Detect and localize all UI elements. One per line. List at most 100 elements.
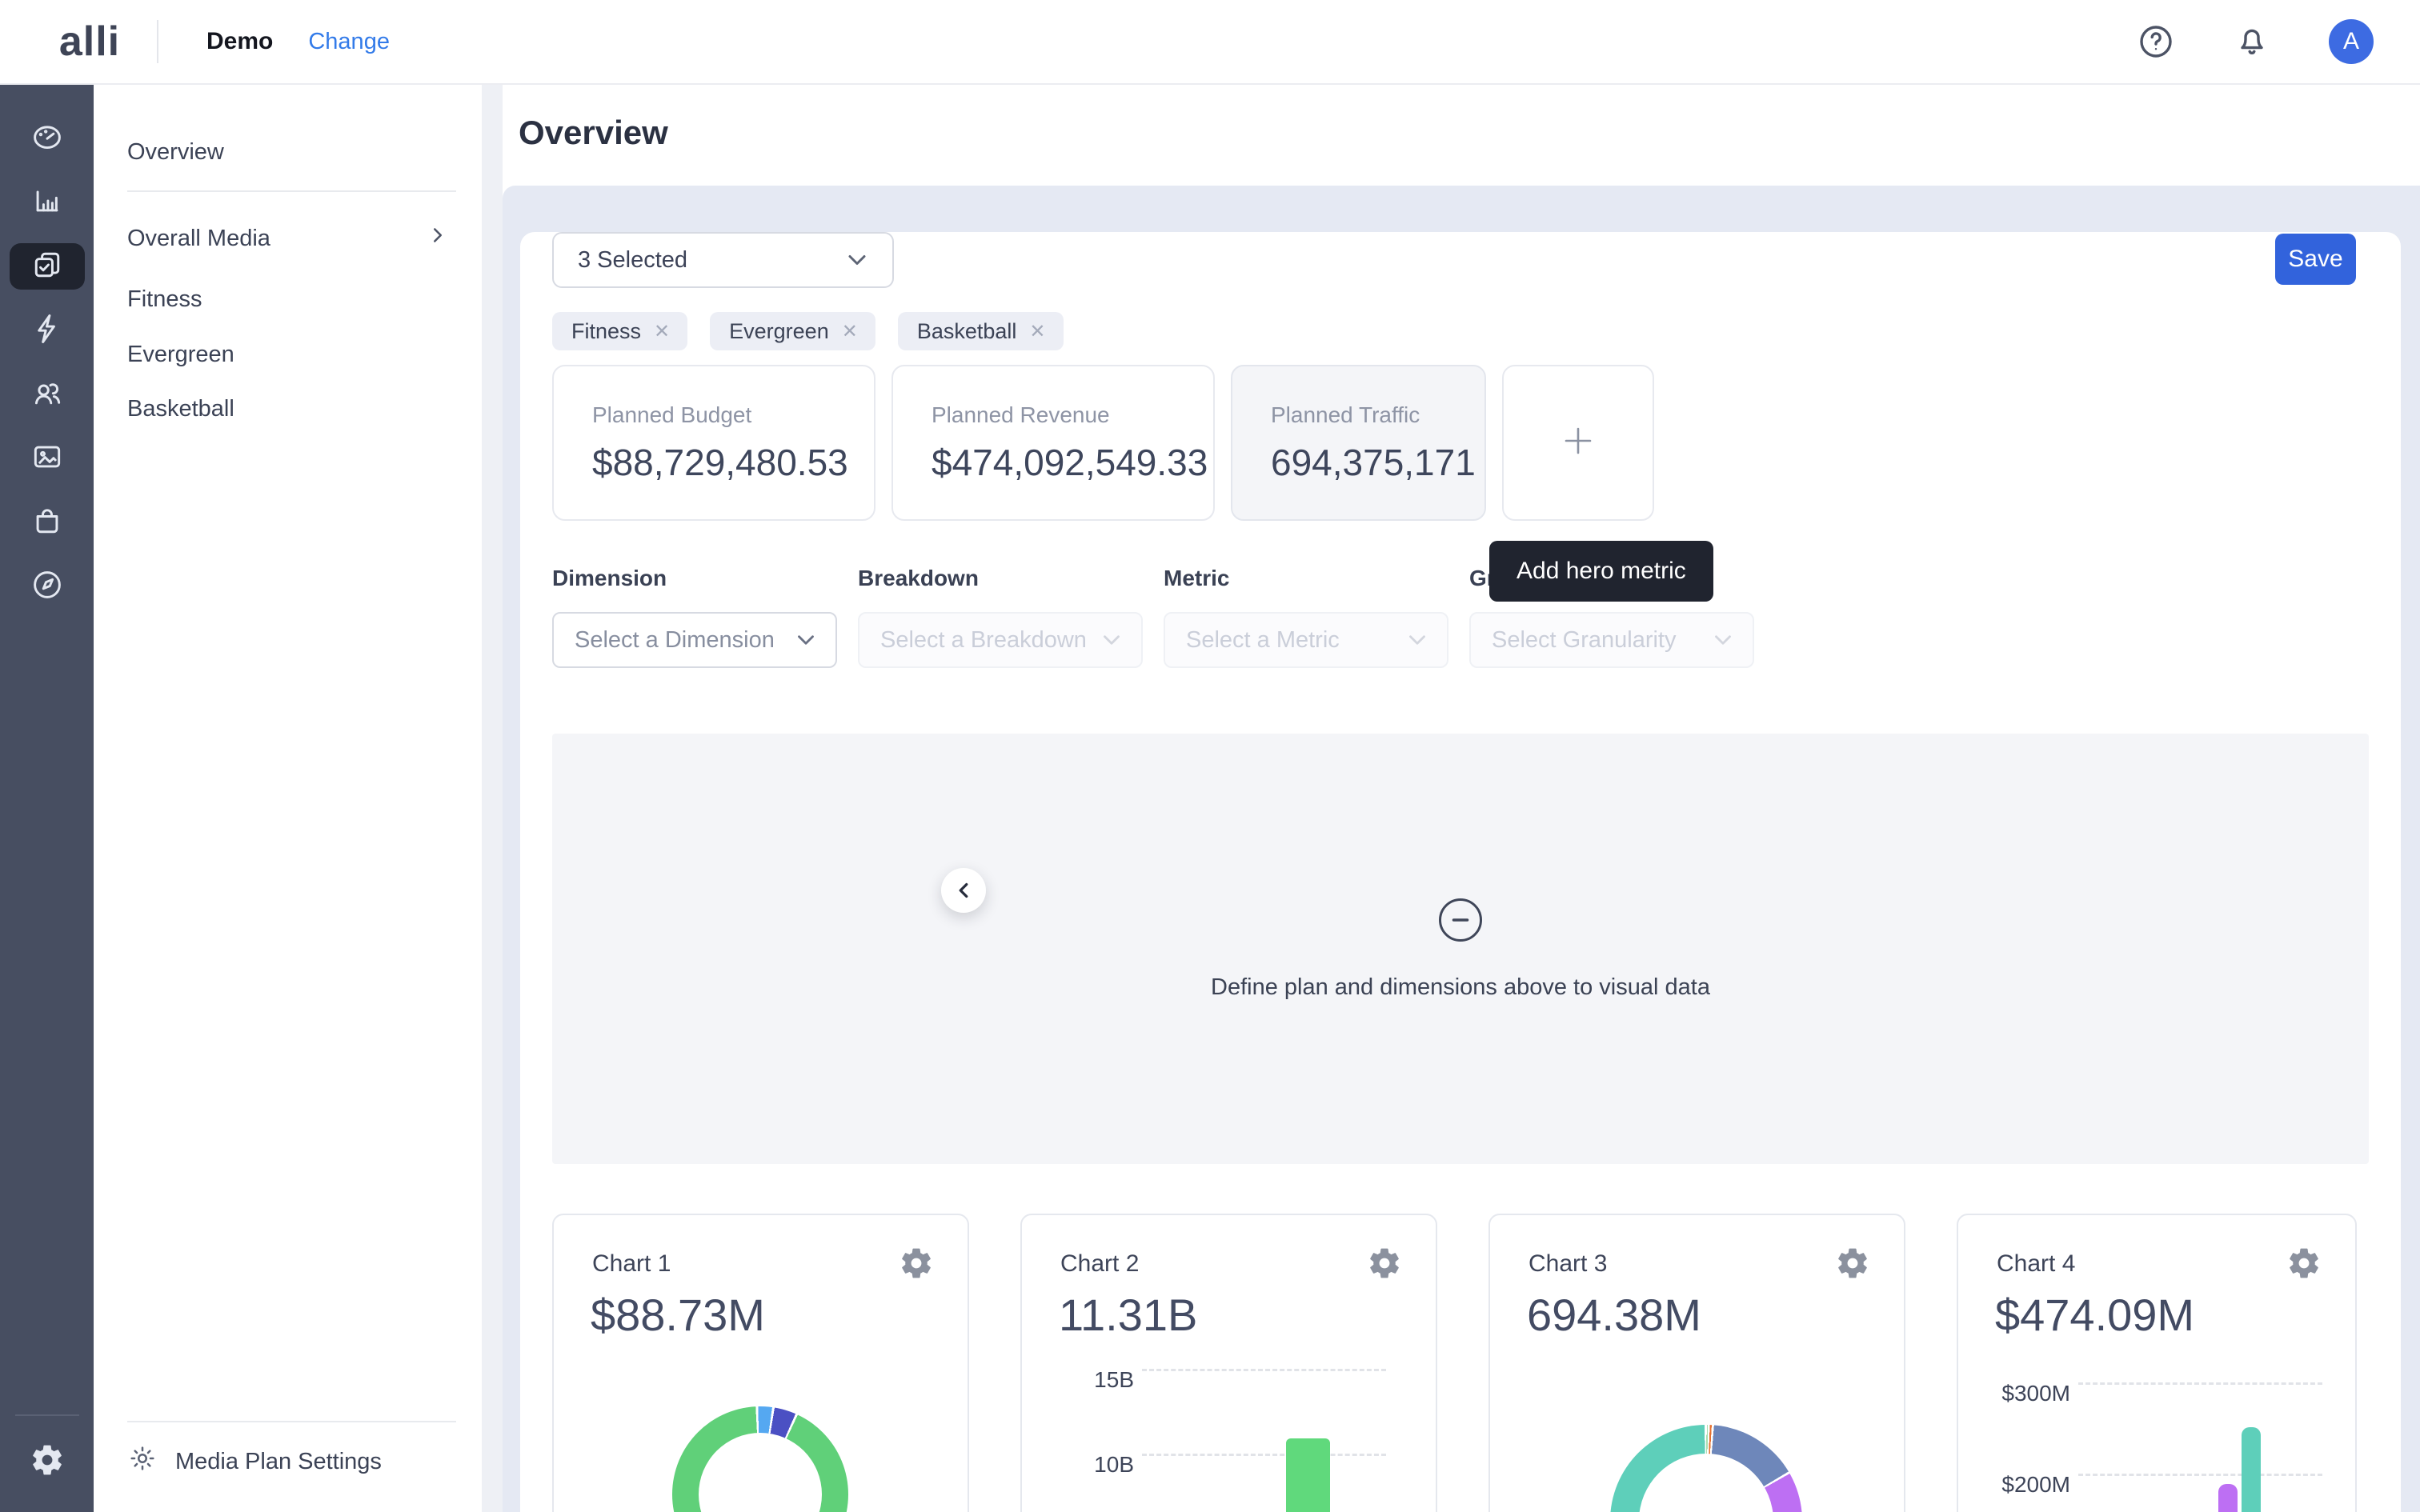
- empty-chart-area: Define plan and dimensions above to visu…: [552, 734, 2369, 1164]
- metric-card-planned-budget[interactable]: Planned Budget $88,729,480.53: [552, 365, 875, 521]
- chevron-left-icon: [952, 878, 976, 902]
- sidebar-footer-divider: [127, 1421, 456, 1422]
- chevron-down-icon: [1098, 626, 1125, 654]
- plan-select-row: 3 Selected Save: [552, 232, 2369, 288]
- chart-title: Chart 3: [1529, 1250, 1607, 1278]
- chevron-down-icon: [1709, 626, 1737, 654]
- image-icon: [30, 439, 65, 478]
- help-icon[interactable]: [2137, 22, 2175, 61]
- chart-settings-gear-icon[interactable]: [1835, 1246, 1870, 1281]
- alli-logo: alli: [50, 18, 130, 66]
- compass-icon: [30, 567, 65, 606]
- chart-card-1: Chart 1 $88.73M: [552, 1214, 969, 1512]
- sidebar-divider: [127, 190, 456, 192]
- sidebar-item-media-plans[interactable]: [10, 243, 85, 290]
- gear-icon: [30, 1442, 65, 1482]
- sidebar-item-audiences[interactable]: [10, 371, 85, 418]
- main-content: Overview 3 Selected Save: [482, 85, 2420, 1512]
- tag-basketball: Basketball: [898, 312, 1064, 350]
- save-button[interactable]: Save: [2275, 234, 2356, 285]
- media-plan-icon: [30, 247, 65, 286]
- sidebar-item-overall-media[interactable]: Overall Media: [127, 222, 482, 254]
- axis-tick-label: 10B: [1046, 1452, 1134, 1478]
- sidebar-item-creative[interactable]: [10, 435, 85, 482]
- users-icon: [30, 375, 65, 414]
- sidebar-item-basketball[interactable]: Basketball: [127, 393, 482, 425]
- plus-icon: [1558, 421, 1598, 465]
- chart-value: 11.31B: [1059, 1289, 1197, 1341]
- chevron-down-icon: [1404, 626, 1431, 654]
- chevron-down-icon: [792, 626, 819, 654]
- sidebar-item-dashboard[interactable]: [10, 115, 85, 162]
- chart-title: Chart 4: [1997, 1250, 2075, 1278]
- breakdown-select: Select a Breakdown: [858, 612, 1143, 668]
- bell-icon[interactable]: [2233, 22, 2271, 61]
- chevron-down-icon: [843, 246, 871, 274]
- metric-filter: Metric Select a Metric: [1164, 566, 1448, 668]
- sidebar-item-analytics[interactable]: [10, 179, 85, 226]
- shopping-bag-icon: [30, 503, 65, 542]
- app-window: alli Demo Change A: [0, 0, 2420, 1512]
- top-bar: alli Demo Change A: [0, 0, 2420, 85]
- sidebar-item-evergreen[interactable]: Evergreen: [127, 338, 482, 370]
- bar-chart-icon: [30, 183, 65, 222]
- workspace-name: Demo: [206, 28, 273, 55]
- axis-tick-label: $200M: [1982, 1472, 2070, 1498]
- selected-plan-tags: Fitness Evergreen Basketball: [552, 312, 2369, 350]
- add-hero-metric-button[interactable]: [1502, 365, 1654, 521]
- chevron-right-icon: [426, 223, 450, 254]
- breakdown-filter: Breakdown Select a Breakdown: [858, 566, 1143, 668]
- sidebar-item-fitness[interactable]: Fitness: [127, 283, 482, 315]
- gear-icon: [127, 1443, 158, 1480]
- chart-settings-gear-icon[interactable]: [2286, 1246, 2322, 1281]
- remove-tag-icon[interactable]: [1029, 320, 1045, 343]
- overview-panel: 3 Selected Save Fitness: [503, 186, 2420, 1512]
- chart-settings-gear-icon[interactable]: [899, 1246, 934, 1281]
- axis-tick-label: 15B: [1046, 1367, 1134, 1393]
- minus-circle-icon: [1437, 897, 1484, 947]
- dimension-filter: Dimension Select a Dimension: [552, 566, 837, 668]
- chart-value: 694.38M: [1527, 1289, 1701, 1341]
- change-workspace-link[interactable]: Change: [308, 29, 390, 55]
- chart-card-4: $300M $200M Chart 4 $474.09M: [1957, 1214, 2357, 1512]
- sidebar-gutter: [482, 85, 503, 1512]
- collapse-sidebar-button[interactable]: [941, 868, 986, 913]
- plan-sidebar: Overview Overall Media Fitness Evergreen…: [94, 85, 482, 1512]
- sidebar-spacer: [127, 425, 482, 1398]
- metric-card-planned-revenue[interactable]: Planned Revenue $474,092,549.33: [891, 365, 1215, 521]
- dimension-select[interactable]: Select a Dimension: [552, 612, 837, 668]
- metric-card-planned-traffic[interactable]: Planned Traffic 694,375,171: [1231, 365, 1486, 521]
- chart-value: $474.09M: [1995, 1289, 2194, 1341]
- media-plan-settings-button[interactable]: Media Plan Settings: [127, 1443, 482, 1480]
- bar: [1286, 1438, 1330, 1512]
- sidebar-item-settings[interactable]: [10, 1438, 85, 1485]
- lightning-icon: [30, 311, 65, 350]
- bar: [2218, 1484, 2238, 1512]
- chart-card-3: Chart 3 694.38M: [1488, 1214, 1905, 1512]
- chart-filters-row: Dimension Select a Dimension Breakdown S…: [552, 566, 2369, 668]
- icon-rail: [0, 85, 94, 1512]
- avatar[interactable]: A: [2329, 19, 2374, 64]
- bar: [2242, 1427, 2261, 1512]
- topbar-divider: [157, 20, 158, 63]
- granularity-select: Select Granularity: [1469, 612, 1754, 668]
- sidebar-item-shopping[interactable]: [10, 499, 85, 546]
- sidebar-item-explore[interactable]: [10, 563, 85, 610]
- tag-fitness: Fitness: [552, 312, 687, 350]
- chart-value: $88.73M: [591, 1289, 765, 1341]
- empty-state-text: Define plan and dimensions above to visu…: [1211, 974, 1710, 1001]
- chart-settings-gear-icon[interactable]: [1367, 1246, 1402, 1281]
- hero-metrics-row: Planned Budget $88,729,480.53 Planned Re…: [552, 365, 2369, 521]
- axis-tick-label: $300M: [1982, 1381, 2070, 1406]
- plan-multiselect[interactable]: 3 Selected: [552, 232, 894, 288]
- sidebar-item-overview[interactable]: Overview: [127, 136, 482, 168]
- dashboard-icon: [30, 119, 65, 158]
- remove-tag-icon[interactable]: [654, 320, 670, 343]
- page-title: Overview: [519, 114, 668, 152]
- tag-evergreen: Evergreen: [710, 312, 875, 350]
- sidebar-item-automation[interactable]: [10, 307, 85, 354]
- remove-tag-icon[interactable]: [842, 320, 858, 343]
- chart-cards-row: Chart 1 $88.73M 15B10B Chart 2: [552, 1214, 2369, 1512]
- chart-title: Chart 1: [592, 1250, 671, 1278]
- chart-card-2: 15B10B Chart 2 11.31B: [1020, 1214, 1437, 1512]
